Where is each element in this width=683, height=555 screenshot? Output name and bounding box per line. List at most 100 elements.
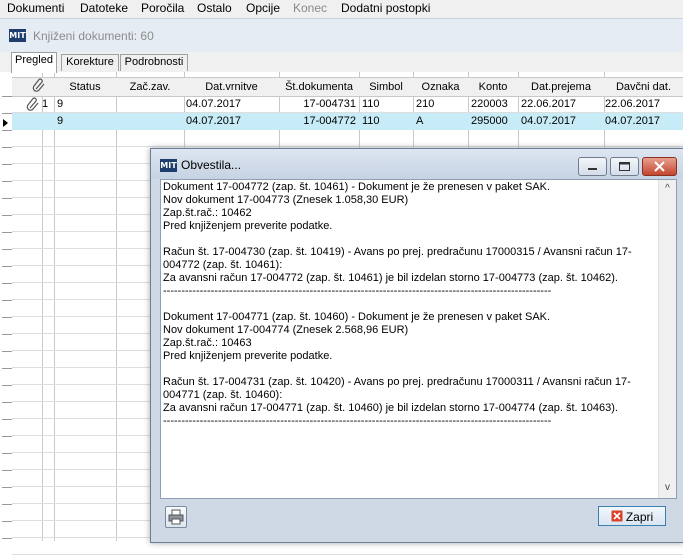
column-header-simbol[interactable]: Simbol [359, 78, 413, 96]
grid-column-line [42, 72, 43, 541]
gutter-tick [2, 453, 12, 454]
tab-podrobnosti-label: Podrobnosti [124, 56, 184, 68]
grid-column-line [116, 72, 117, 541]
minimize-icon [588, 168, 597, 170]
column-header-dat-prejema[interactable]: Dat.prejema [518, 78, 604, 96]
column-header-oznaka[interactable]: Oznaka [413, 78, 468, 96]
menu-dodatni-postopki[interactable]: Dodatni postopki [341, 1, 430, 15]
gutter-tick [2, 300, 12, 301]
gutter-tick [2, 113, 12, 114]
close-button[interactable]: Zapri [598, 506, 666, 526]
dialog-footer: Zapri [151, 499, 683, 542]
tab-podrobnosti[interactable]: Podrobnosti [120, 54, 188, 71]
menu-opcije[interactable]: Opcije [246, 1, 280, 15]
close-icon [654, 161, 665, 172]
cell-konto: 220003 [471, 98, 508, 110]
column-header-zac-zav[interactable]: Zač.zav. [116, 78, 184, 96]
message-textbox[interactable]: Dokument 17-004772 (zap. št. 10461) - Do… [160, 179, 677, 499]
tab-pregled[interactable]: Pregled [11, 52, 57, 73]
tab-pregled-label: Pregled [15, 54, 53, 66]
gutter-tick [2, 164, 12, 165]
attachment-column-icon [24, 78, 54, 96]
menu-datoteke[interactable]: Datoteke [80, 1, 128, 15]
app-logo-icon: MIT [9, 29, 26, 42]
cell-st-dokumenta: 17-004731 [303, 98, 356, 110]
grid-header: Status Zač.zav. Dat.vrnitve Št.dokumenta… [12, 77, 683, 97]
dialog-titlebar[interactable]: MIT Obvestila... [151, 149, 683, 179]
scroll-down-arrow-icon[interactable]: v [659, 479, 676, 496]
gutter-tick [2, 385, 12, 386]
gutter-tick [2, 368, 12, 369]
gutter-tick [2, 419, 12, 420]
cell-oznaka: A [416, 115, 424, 127]
print-button[interactable] [165, 506, 187, 528]
scroll-up-arrow-icon[interactable]: ^ [659, 180, 676, 197]
gutter-tick [2, 130, 12, 131]
menu-ostalo[interactable]: Ostalo [197, 1, 232, 15]
cell-dat-prejema: 04.07.2017 [521, 115, 577, 127]
cell-status: 9 [57, 115, 64, 127]
gutter-tick [2, 215, 12, 216]
maximize-button[interactable] [610, 157, 639, 176]
menu-porocila[interactable]: Poročila [141, 1, 184, 15]
cell-simbol: 110 [362, 115, 380, 127]
gutter-tick [2, 232, 12, 233]
dialog-title: Obvestila... [181, 158, 242, 172]
gutter-tick [2, 538, 12, 539]
gutter-tick [2, 198, 12, 199]
tab-korekture[interactable]: Korekture [61, 54, 119, 71]
dialog-logo-icon: MIT [160, 159, 177, 172]
gutter-tick [2, 470, 12, 471]
column-header-davcni-dat[interactable]: Davčni dat. [604, 78, 683, 96]
cell-zac-zav [118, 96, 182, 113]
gutter-tick [2, 521, 12, 522]
gutter-tick [2, 351, 12, 352]
gutter-tick [2, 334, 12, 335]
cell-st-dokumenta: 17-004772 [303, 115, 356, 127]
tab-strip: Pregled Korekture Podrobnosti [0, 52, 683, 73]
gutter-tick [2, 96, 12, 97]
cell-oznaka: 210 [416, 98, 435, 110]
tab-korekture-label: Korekture [66, 56, 114, 68]
printer-icon [168, 509, 184, 525]
gutter-tick [2, 504, 12, 505]
paperclip-icon[interactable] [26, 97, 40, 114]
menu-dokumenti[interactable]: Dokumenti [7, 1, 64, 15]
column-header-konto[interactable]: Konto [468, 78, 518, 96]
gutter-tick [2, 283, 12, 284]
grid-row-line [12, 146, 683, 147]
close-button-label: Zapri [625, 510, 654, 524]
close-x-icon [611, 510, 623, 522]
menu-bar: Dokumenti Datoteke Poročila Ostalo Opcij… [0, 0, 683, 18]
cell-dat-vrnitve: 04.07.2017 [186, 115, 242, 127]
cell-dat-vrnitve: 04.07.2017 [186, 98, 242, 110]
cell-konto: 295000 [471, 115, 508, 127]
cell-zac-zav [118, 113, 182, 130]
message-text: Dokument 17-004772 (zap. št. 10461) - Do… [163, 181, 632, 427]
row-number: 1 [42, 98, 49, 110]
column-header-st-dokumenta[interactable]: Št.dokumenta [279, 78, 359, 96]
close-window-button[interactable] [642, 157, 677, 176]
gutter-tick [2, 249, 12, 250]
window-titlebar: MIT Knjiženi dokumenti: 60 [0, 18, 683, 53]
menu-konec: Konec [293, 1, 328, 15]
grid-column-line [54, 72, 55, 541]
gutter-tick [2, 402, 12, 403]
cell-status: 9 [57, 98, 64, 110]
maximize-icon [619, 162, 630, 171]
gutter-tick [2, 317, 12, 318]
vertical-scrollbar[interactable]: ^ v [658, 180, 676, 498]
gutter-tick [2, 266, 12, 267]
column-header-status[interactable]: Status [54, 78, 116, 96]
cell-davcni-dat: 22.06.2017 [605, 98, 661, 110]
gutter-tick [2, 487, 12, 488]
minimize-button[interactable] [578, 157, 607, 176]
current-row-pointer-icon [3, 119, 8, 127]
gutter-tick [2, 181, 12, 182]
gutter-tick [2, 436, 12, 437]
column-header-dat-vrnitve[interactable]: Dat.vrnitve [184, 78, 279, 96]
notifications-dialog: MIT Obvestila... Dokument 17-004772 (zap… [150, 148, 683, 543]
cell-davcni-dat: 04.07.2017 [605, 115, 661, 127]
table-row[interactable]: 9 04.07.2017 17-004772 110 A 295000 04.0… [12, 113, 683, 130]
table-row[interactable]: 1 9 04.07.2017 17-004731 110 210 220003 … [12, 96, 683, 113]
